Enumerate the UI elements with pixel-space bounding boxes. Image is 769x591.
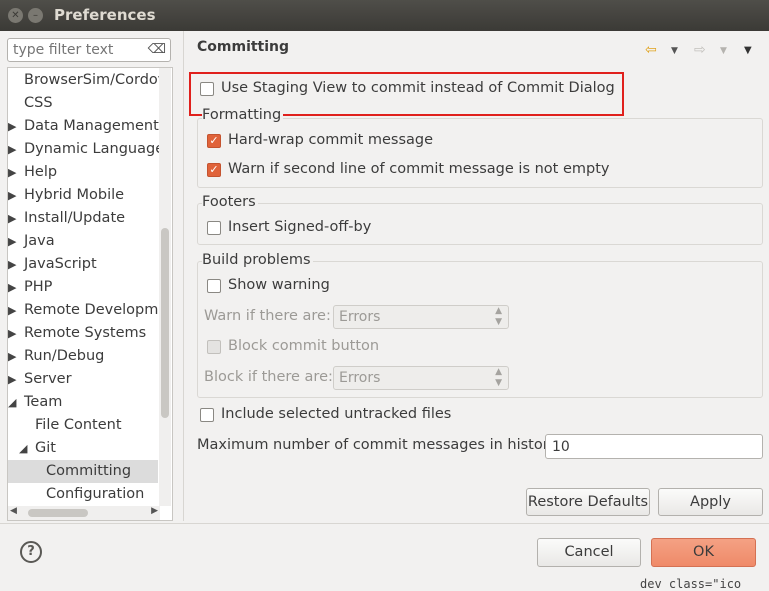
collapse-arrow-icon[interactable]: ◢ xyxy=(19,442,27,455)
tree-item-javascript[interactable]: JavaScript xyxy=(24,253,172,276)
footer-separator xyxy=(0,523,769,524)
tree-item-configuration[interactable]: Configuration xyxy=(46,483,172,506)
tree-item-css[interactable]: CSS xyxy=(24,92,172,115)
scrollbar-thumb[interactable] xyxy=(28,509,88,517)
expand-arrow-icon[interactable]: ▶ xyxy=(8,189,16,202)
tree-item-server[interactable]: Server xyxy=(24,368,172,391)
tree-item-remote-systems[interactable]: Remote Systems xyxy=(24,322,172,345)
tree-item-committing[interactable]: Committing xyxy=(8,460,158,483)
tree-item-java[interactable]: Java xyxy=(24,230,172,253)
expand-arrow-icon[interactable]: ▶ xyxy=(8,120,16,133)
warn-level-value: Errors xyxy=(339,309,381,325)
clear-filter-icon[interactable]: ⌫ xyxy=(148,42,166,57)
tree-item-remote-development[interactable]: Remote Developme xyxy=(24,299,172,322)
scroll-right-icon[interactable]: ▶ xyxy=(151,506,158,516)
formatting-group-title: Formatting xyxy=(202,107,284,123)
background-editor-text: dev class="ico xyxy=(640,577,742,591)
expand-arrow-icon[interactable]: ▶ xyxy=(8,350,16,363)
back-menu-icon[interactable]: ▼ xyxy=(671,46,678,56)
expand-arrow-icon[interactable]: ▶ xyxy=(8,304,16,317)
signed-off-label[interactable]: Insert Signed-off-by xyxy=(228,219,371,235)
close-window-button[interactable]: ✕ xyxy=(8,8,23,23)
expand-arrow-icon[interactable]: ▶ xyxy=(8,373,16,386)
show-warning-label[interactable]: Show warning xyxy=(228,277,330,293)
filter-field[interactable]: ⌫ xyxy=(7,38,171,62)
tree-item-php[interactable]: PHP xyxy=(24,276,172,299)
warn-second-line-checkbox[interactable]: ✓ xyxy=(207,163,221,177)
restore-defaults-button[interactable]: Restore Defaults xyxy=(526,488,650,516)
history-label: Maximum number of commit messages in his… xyxy=(197,437,562,453)
title-bar: ✕ – Preferences xyxy=(0,0,769,31)
expand-arrow-icon[interactable]: ▶ xyxy=(8,212,16,225)
filter-input[interactable] xyxy=(8,39,148,61)
cancel-button[interactable]: Cancel xyxy=(537,538,641,567)
hard-wrap-label[interactable]: Hard-wrap commit message xyxy=(228,132,433,148)
expand-arrow-icon[interactable]: ▶ xyxy=(8,235,16,248)
view-menu-icon[interactable]: ▼ xyxy=(744,45,752,56)
help-icon[interactable]: ? xyxy=(20,541,42,563)
scroll-left-icon[interactable]: ◀ xyxy=(10,506,17,516)
minimize-window-button[interactable]: – xyxy=(28,8,43,23)
tree-item-git[interactable]: Git xyxy=(35,437,172,460)
signed-off-checkbox[interactable] xyxy=(207,221,221,235)
tree-horizontal-scrollbar[interactable]: ◀ ▶ xyxy=(8,506,160,520)
tree-item-data-management[interactable]: Data Management xyxy=(24,115,172,138)
forward-arrow-icon: ⇨ xyxy=(694,42,706,58)
expand-arrow-icon[interactable]: ▶ xyxy=(8,258,16,271)
tree-item-dynamic-languages[interactable]: Dynamic Languages xyxy=(24,138,172,161)
tree-item-team[interactable]: Team xyxy=(24,391,172,414)
block-level-value: Errors xyxy=(339,370,381,386)
tree-item-help[interactable]: Help xyxy=(24,161,172,184)
build-problems-group-title: Build problems xyxy=(202,252,313,268)
back-arrow-icon[interactable]: ⇦ xyxy=(645,42,657,58)
expand-arrow-icon[interactable]: ▶ xyxy=(8,143,16,156)
tree-item-file-content[interactable]: File Content xyxy=(35,414,172,437)
hard-wrap-checkbox[interactable]: ✓ xyxy=(207,134,221,148)
formatting-group xyxy=(197,118,763,188)
block-commit-checkbox xyxy=(207,340,221,354)
block-commit-label: Block commit button xyxy=(228,338,380,354)
warn-second-line-label[interactable]: Warn if second line of commit message is… xyxy=(228,161,609,177)
expand-arrow-icon[interactable]: ▶ xyxy=(8,166,16,179)
history-count-input[interactable] xyxy=(545,434,763,459)
preference-tree: BrowserSim/Cordov CSS ▶ Data Management … xyxy=(7,67,173,521)
show-warning-checkbox[interactable] xyxy=(207,279,221,293)
tree-item-hybrid-mobile[interactable]: Hybrid Mobile xyxy=(24,184,172,207)
warn-level-select: Errors ▲ ▼ xyxy=(333,305,509,329)
tree-item-browsersim[interactable]: BrowserSim/Cordov xyxy=(24,69,172,92)
ok-button[interactable]: OK xyxy=(651,538,756,567)
staging-view-checkbox[interactable] xyxy=(200,82,214,96)
tree-item-run-debug[interactable]: Run/Debug xyxy=(24,345,172,368)
expand-arrow-icon[interactable]: ▶ xyxy=(8,327,16,340)
staging-view-label[interactable]: Use Staging View to commit instead of Co… xyxy=(221,80,615,96)
warn-if-label: Warn if there are: xyxy=(204,308,331,324)
scrollbar-thumb[interactable] xyxy=(161,228,169,418)
footers-group-title: Footers xyxy=(202,194,258,210)
collapse-arrow-icon[interactable]: ◢ xyxy=(8,396,16,409)
untracked-label[interactable]: Include selected untracked files xyxy=(221,406,451,422)
pane-divider[interactable] xyxy=(183,31,184,521)
forward-menu-icon: ▼ xyxy=(720,46,727,56)
block-if-label: Block if there are: xyxy=(204,369,333,385)
spinner-arrows-icon: ▲ ▼ xyxy=(495,367,502,388)
expand-arrow-icon[interactable]: ▶ xyxy=(8,281,16,294)
page-title: Committing xyxy=(197,39,290,55)
tree-vertical-scrollbar[interactable] xyxy=(159,68,171,506)
spinner-arrows-icon: ▲ ▼ xyxy=(495,306,502,327)
block-level-select: Errors ▲ ▼ xyxy=(333,366,509,390)
tree-item-install-update[interactable]: Install/Update xyxy=(24,207,172,230)
untracked-checkbox[interactable] xyxy=(200,408,214,422)
window-title: Preferences xyxy=(54,6,156,24)
apply-button[interactable]: Apply xyxy=(658,488,763,516)
